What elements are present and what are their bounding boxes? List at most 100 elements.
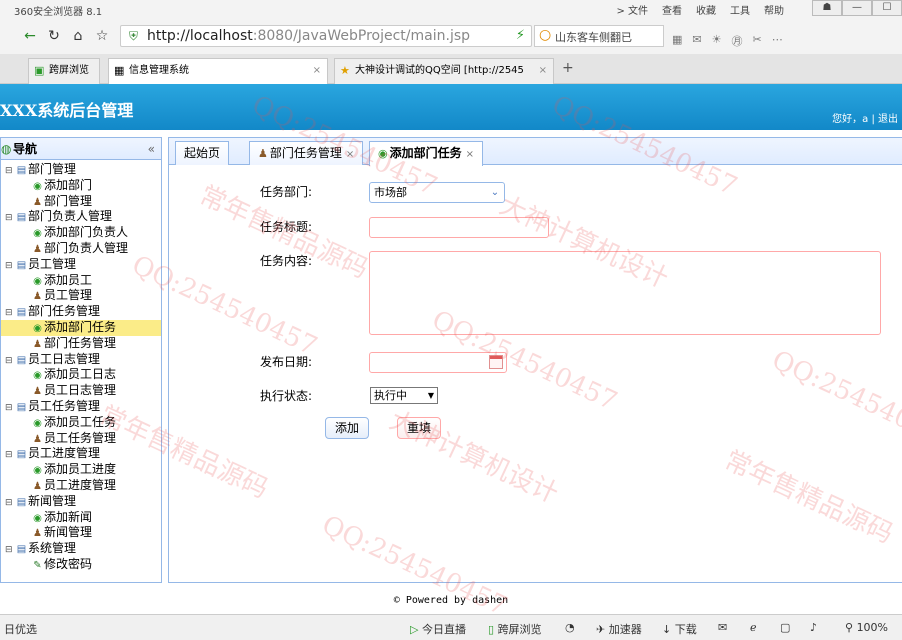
menu-tools[interactable]: 工具 <box>730 2 750 17</box>
nav-item[interactable]: ◉ 添加部门 <box>1 178 161 194</box>
folder-icon: ▤ <box>16 307 27 319</box>
mail-icon[interactable]: ✉ <box>692 33 701 49</box>
collapse-toggle-icon[interactable]: ⊟ <box>5 448 15 463</box>
skin-button[interactable]: ☗ <box>812 0 842 16</box>
nav-item[interactable]: ♟ 员工管理 <box>1 288 161 304</box>
nav-item[interactable]: ♟ 部门任务管理 <box>1 336 161 352</box>
nav-item[interactable]: ♟ 员工任务管理 <box>1 431 161 447</box>
collapse-button[interactable]: « <box>148 138 155 160</box>
add-icon: ◉ <box>33 417 42 429</box>
nav-item[interactable]: ✎ 修改密码 <box>1 557 161 573</box>
play-icon: ▷ <box>410 623 422 636</box>
home-icon[interactable]: ⌂ <box>68 27 88 45</box>
add-button[interactable]: 添加 <box>325 417 369 439</box>
nav-group[interactable]: ⊟ ▤ 部门任务管理 <box>1 304 161 320</box>
browser-title: 360安全浏览器 8.1 <box>14 7 103 18</box>
search-box[interactable]: ○ 山东客车侧翻已 <box>534 25 664 47</box>
download-link[interactable]: ↓ 下载 <box>662 621 697 637</box>
menu-file[interactable]: > 文件 <box>616 2 648 17</box>
tab-home[interactable]: 起始页 <box>175 141 230 165</box>
status-left[interactable]: 日优选 <box>4 621 37 637</box>
zoom-control[interactable]: ⚲ 100% <box>845 621 888 634</box>
url-text: http://localhost:8080/JavaWebProject/mai… <box>147 28 471 44</box>
minimize-button[interactable]: — <box>842 0 872 16</box>
logout-link[interactable]: 退出 <box>878 114 898 125</box>
star-icon[interactable]: ☆ <box>92 27 112 45</box>
live-link[interactable]: ▷ 今日直播 <box>410 621 466 637</box>
maximize-button[interactable]: ☐ <box>872 0 902 16</box>
close-icon[interactable]: × <box>346 149 354 160</box>
collapse-toggle-icon[interactable]: ⊟ <box>5 354 15 369</box>
collapse-toggle-icon[interactable]: ⊟ <box>5 259 15 274</box>
nav-tree: ⊟ ▤ 部门管理 ◉ 添加部门 ♟ 部门管理 ⊟ ▤ 部门负责人管理 ◉ 添加部门负责人 ♟ 部门负责人管… <box>1 160 161 573</box>
nav-item[interactable]: ◉ 添加部门负责人 <box>1 225 161 241</box>
back-icon[interactable]: ← <box>20 27 40 45</box>
collapse-toggle-icon[interactable]: ⊟ <box>5 543 15 558</box>
nav-item[interactable]: ◉ 添加员工日志 <box>1 367 161 383</box>
nav-item[interactable]: ♟ 新闻管理 <box>1 525 161 541</box>
tab-dept-task-manage[interactable]: ♟ 部门任务管理 × <box>249 141 364 165</box>
apps-icon[interactable]: ▦ <box>672 33 682 49</box>
browser-tab-crossscreen[interactable]: ▣ 跨屏浏览 <box>28 58 100 84</box>
nav-item[interactable]: ♟ 员工进度管理 <box>1 478 161 494</box>
title-input[interactable] <box>369 217 549 238</box>
nav-item[interactable]: ♟ 部门管理 <box>1 194 161 210</box>
collapse-toggle-icon[interactable]: ⊟ <box>5 401 15 416</box>
nav-item[interactable]: ◉ 添加员工任务 <box>1 415 161 431</box>
new-tab-button[interactable]: + <box>562 60 574 76</box>
nav-group[interactable]: ⊟ ▤ 员工任务管理 <box>1 399 161 415</box>
nav-group-label: 部门管理 <box>28 162 77 176</box>
collapse-toggle-icon[interactable]: ⊟ <box>5 211 15 226</box>
nav-item[interactable]: ◉ 添加部门任务 <box>1 319 161 336</box>
address-bar[interactable]: ⛨ http://localhost:8080/JavaWebProject/m… <box>120 25 532 47</box>
user-icon: ♟ <box>33 291 42 303</box>
nav-group[interactable]: ⊟ ▤ 部门负责人管理 <box>1 209 161 225</box>
menu-help[interactable]: 帮助 <box>764 2 784 17</box>
nav-group[interactable]: ⊟ ▤ 新闻管理 <box>1 494 161 510</box>
collapse-toggle-icon[interactable]: ⊟ <box>5 164 15 179</box>
history-icon[interactable]: ◔ <box>565 621 575 634</box>
nav-item[interactable]: ◉ 添加新闻 <box>1 510 161 526</box>
browser-tab-qq[interactable]: ★ 大神设计调试的QQ空间 [http://2545 × <box>334 58 554 84</box>
nav-group[interactable]: ⊟ ▤ 系统管理 <box>1 541 161 557</box>
collapse-toggle-icon[interactable]: ⊟ <box>5 306 15 321</box>
browser-tab-active[interactable]: ▦ 信息管理系统 × <box>108 58 328 84</box>
refresh-icon[interactable]: ↻ <box>44 27 64 45</box>
tab-label: 添加部门任务 <box>389 146 462 160</box>
crossscreen-link[interactable]: ▯ 跨屏浏览 <box>488 621 542 637</box>
close-icon[interactable]: × <box>466 149 474 160</box>
weather-icon[interactable]: ☀ <box>712 33 722 49</box>
nav-group[interactable]: ⊟ ▤ 员工日志管理 <box>1 352 161 368</box>
accelerator-link[interactable]: ✈ 加速器 <box>596 621 642 637</box>
date-input[interactable] <box>369 352 507 373</box>
add-icon: ◉ <box>33 322 42 334</box>
nav-item[interactable]: ◉ 添加员工进度 <box>1 462 161 478</box>
sound-icon[interactable]: ♪ <box>810 621 817 634</box>
nav-item[interactable]: ♟ 部门负责人管理 <box>1 241 161 257</box>
nav-group[interactable]: ⊟ ▤ 员工进度管理 <box>1 446 161 462</box>
dept-select[interactable]: 市场部 ⌄ <box>369 182 505 203</box>
close-tab-icon[interactable]: × <box>539 59 547 83</box>
close-tab-icon[interactable]: × <box>313 59 321 83</box>
content-textarea[interactable] <box>369 251 881 335</box>
nav-item[interactable]: ♟ 员工日志管理 <box>1 383 161 399</box>
calendar-icon[interactable] <box>489 355 503 369</box>
nav-group[interactable]: ⊟ ▤ 员工管理 <box>1 257 161 273</box>
browser-tab-label: 跨屏浏览 <box>49 65 89 76</box>
nav-item[interactable]: ◉ 添加员工 <box>1 273 161 289</box>
reset-button[interactable]: 重填 <box>397 417 441 439</box>
translate-icon[interactable]: ㊊ <box>732 33 743 49</box>
lightning-icon[interactable]: ⚡ <box>516 28 525 43</box>
status-select[interactable]: 执行中 ▼ <box>370 387 438 404</box>
window-icon[interactable]: ▢ <box>780 621 790 634</box>
mail-icon[interactable]: ✉ <box>718 621 727 634</box>
menu-view[interactable]: 查看 <box>662 2 682 17</box>
tab-add-dept-task[interactable]: ◉ 添加部门任务 × <box>369 141 484 166</box>
page-icon: ▦ <box>114 64 125 77</box>
more-icon[interactable]: ⋯ <box>772 33 783 49</box>
menu-favorites[interactable]: 收藏 <box>696 2 716 17</box>
screenshot-icon[interactable]: ✂ <box>753 33 762 49</box>
nav-group[interactable]: ⊟ ▤ 部门管理 <box>1 162 161 178</box>
ie-icon[interactable]: ℯ <box>750 621 757 634</box>
collapse-toggle-icon[interactable]: ⊟ <box>5 496 15 511</box>
